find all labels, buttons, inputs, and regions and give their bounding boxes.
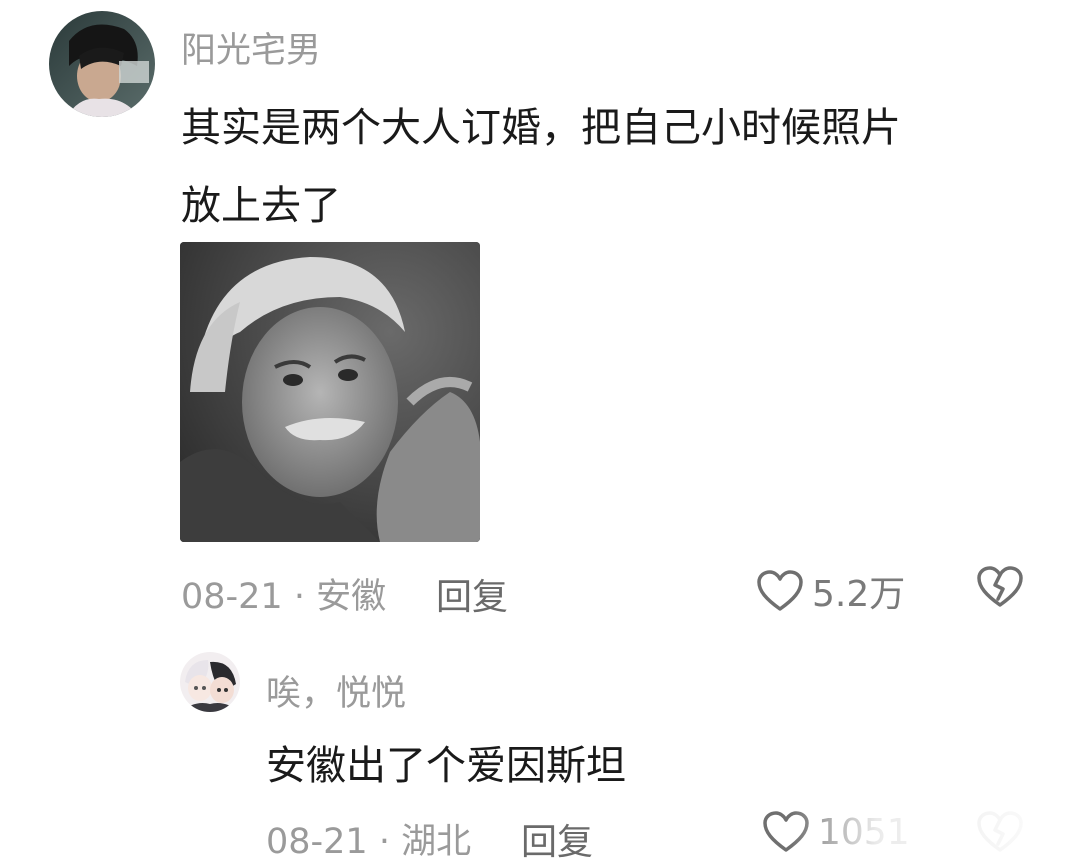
user-avatar[interactable]	[180, 652, 240, 712]
comment-location: 安徽	[316, 577, 387, 617]
comment-meta: 08-21 · 湖北	[266, 813, 471, 864]
heart-outline-icon	[757, 570, 803, 611]
comment-username[interactable]: 阳光宅男	[181, 22, 321, 73]
meta-separator: ·	[367, 822, 402, 862]
meta-separator: ·	[282, 577, 317, 617]
comment-text-line-1: 其实是两个大人订婚，把自己小时候照片	[181, 105, 901, 151]
anime-avatar-icon	[180, 652, 240, 712]
comment-item: 阳光宅男 其实是两个大人订婚，把自己小时候照片 放上去了 08-21 · 安徽 …	[0, 0, 1080, 640]
avatar-photo-icon	[49, 11, 155, 117]
reply-button[interactable]: 回复	[436, 568, 508, 620]
like-count: 5.2万	[812, 574, 906, 615]
user-avatar[interactable]	[49, 11, 155, 117]
comment-text: 安徽出了个爱因斯坦	[266, 743, 626, 789]
comment-username[interactable]: 唉，悦悦	[266, 665, 406, 716]
reply-button[interactable]: 回复	[521, 813, 593, 865]
comment-date: 08-21	[181, 577, 283, 617]
comment-location: 湖北	[401, 822, 472, 862]
bottom-fade-overlay	[790, 805, 1080, 867]
dislike-button[interactable]	[976, 565, 1024, 613]
comment-image[interactable]	[180, 242, 480, 542]
comment-meta: 08-21 · 安徽	[181, 568, 386, 619]
portrait-photo-icon	[180, 242, 480, 542]
like-button[interactable]: 5.2万	[756, 565, 905, 617]
comment-date: 08-21	[266, 822, 368, 862]
broken-heart-icon	[977, 566, 1023, 607]
comment-text-line-2: 放上去了	[181, 183, 341, 229]
